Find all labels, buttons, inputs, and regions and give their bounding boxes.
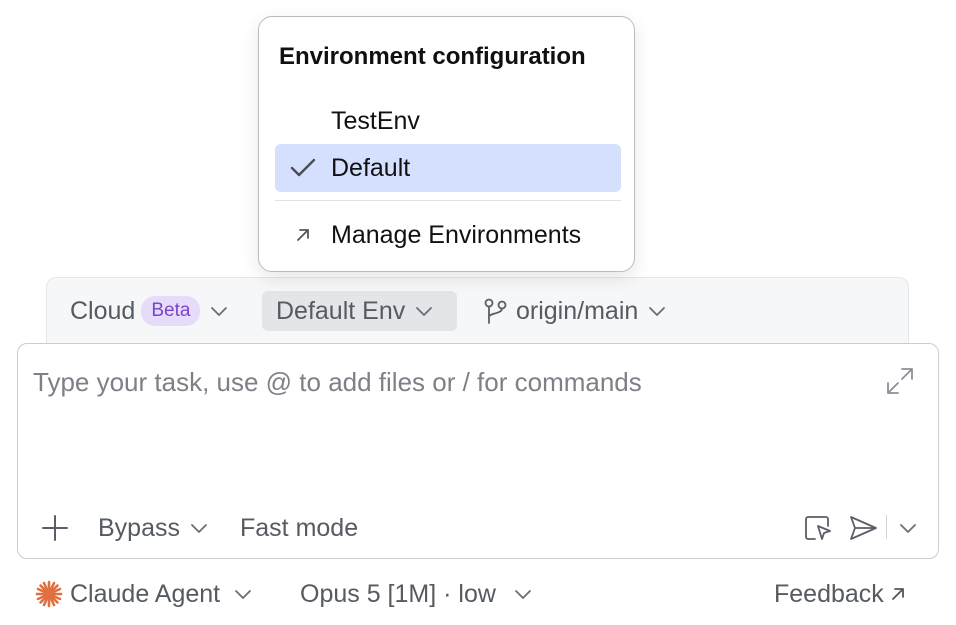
environment-selector[interactable]: Default Env [262,291,457,331]
model-label: Opus 5 [1M] · low [300,579,496,608]
agent-label: Claude Agent [70,579,221,608]
menu-item-label: TestEnv [331,106,420,135]
bypass-selector[interactable]: Bypass [98,508,208,548]
send-divider [886,515,887,539]
external-arrow-icon [275,227,331,243]
chevron-down-icon [514,588,532,600]
checkmark-icon [275,158,331,178]
environment-config-popup: Environment configuration TestEnv Defaul… [258,16,635,272]
fast-mode-label: Fast mode [240,513,359,542]
select-element-icon[interactable] [802,508,834,548]
branch-label: origin/main [516,296,639,325]
feedback-link[interactable]: Feedback [774,574,906,614]
cloud-label: Cloud [70,296,136,325]
claude-agent-icon [34,579,64,609]
environment-label: Default Env [276,296,406,325]
menu-item-label: Default [331,153,411,182]
branch-selector[interactable]: origin/main [482,291,666,331]
menu-item-testenv[interactable]: TestEnv [275,97,621,145]
chevron-down-icon [415,305,433,317]
model-selector[interactable]: Opus 5 [1M] · low [300,574,532,614]
bypass-label: Bypass [98,513,180,542]
menu-item-default[interactable]: Default [275,144,621,192]
fast-mode-toggle[interactable]: Fast mode [240,508,358,548]
menu-item-label: Manage Environments [331,220,582,249]
feedback-label: Feedback [774,579,884,608]
agent-selector[interactable]: Claude Agent [34,574,252,614]
chevron-down-icon [210,305,228,317]
send-icon[interactable] [847,508,879,548]
send-options-chevron-icon[interactable] [898,508,918,548]
beta-badge: Beta [141,296,201,326]
cloud-selector[interactable]: Cloud Beta [70,291,228,331]
task-input-placeholder: Type your task, use @ to add files or / … [33,367,642,397]
manage-environments-item[interactable]: Manage Environments [275,211,621,259]
chevron-down-icon [190,522,208,534]
chevron-down-icon [234,588,252,600]
menu-separator [275,200,621,201]
chevron-down-icon [648,305,666,317]
add-icon[interactable] [40,508,70,548]
external-arrow-icon [890,586,906,602]
git-branch-icon [482,297,508,325]
popup-title: Environment configuration [279,43,586,70]
expand-icon[interactable] [884,365,916,402]
